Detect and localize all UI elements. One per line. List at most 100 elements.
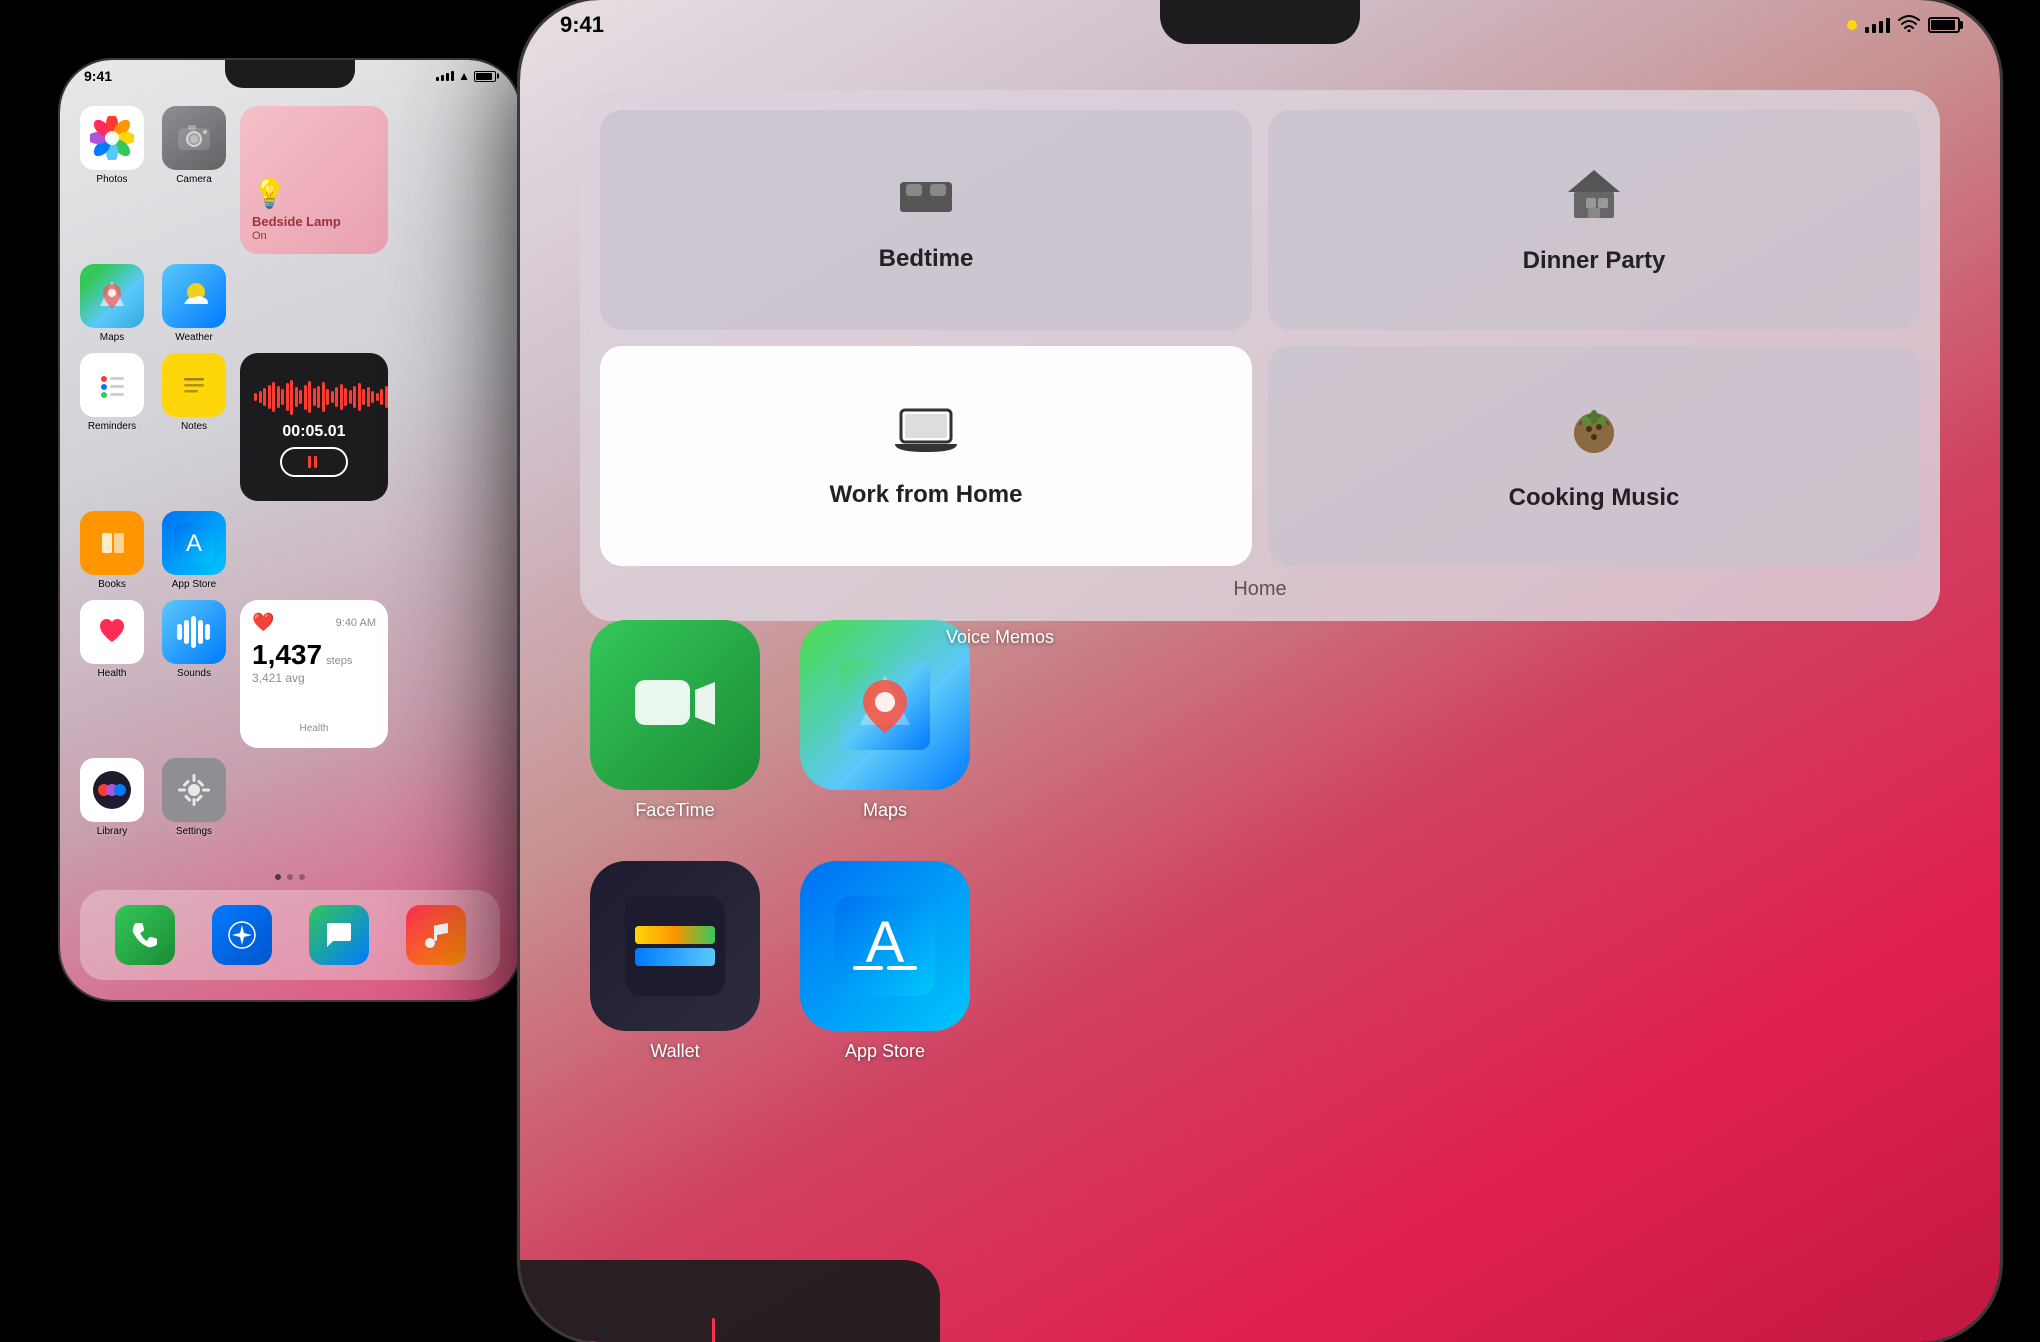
steps-label: steps	[326, 655, 352, 667]
app-reminders[interactable]: Reminders	[76, 353, 148, 432]
page-dot-2	[287, 874, 293, 880]
bulb-icon-small: 💡	[252, 177, 376, 210]
app-maps-large[interactable]: Maps	[790, 620, 980, 821]
home-cell-dinner-party[interactable]: Dinner Party	[1268, 110, 1920, 330]
large-phone: 9:41	[520, 0, 2000, 1342]
app-row-6: Library	[76, 758, 504, 837]
books-label: Books	[98, 579, 126, 590]
app-weather[interactable]: Weather	[158, 264, 230, 343]
bedtime-label: Bedtime	[879, 245, 974, 273]
home-cell-bedtime[interactable]: Bedtime	[600, 110, 1252, 330]
page-dot-3	[299, 874, 305, 880]
small-phone: 9:41 ▲	[60, 60, 520, 1000]
app-health[interactable]: Health	[76, 600, 148, 679]
home-cell-cooking-music[interactable]: Cooking Music	[1268, 346, 1920, 566]
dock-music[interactable]	[406, 905, 466, 965]
app-row-large-1: FaceTime	[580, 620, 1940, 821]
home-widget-small[interactable]: 💡 Bedside Lamp On	[240, 106, 388, 254]
health-time: 9:40 AM	[336, 617, 376, 629]
large-phone-screen: 9:41	[520, 0, 2000, 1342]
voice-memos-label-large: Voice Memos	[946, 627, 1054, 648]
waveform-large	[520, 1318, 910, 1342]
notch-large	[1160, 0, 1360, 44]
house-icon	[1564, 166, 1624, 235]
voice-memos-widget-large[interactable]: 00:05.01	[520, 1260, 940, 1342]
waveform-small: // Will be generated in template script	[254, 377, 374, 417]
app-settings[interactable]: Settings	[158, 758, 230, 837]
home-cell-work-from-home[interactable]: Work from Home	[600, 346, 1252, 566]
status-icons-small: ▲	[436, 69, 496, 83]
health-widget-small[interactable]: ❤️ 9:40 AM 1,437 steps 3,421 avg Health	[240, 600, 388, 748]
heart-icon-small: ❤️	[252, 612, 274, 633]
notch-small	[225, 60, 355, 88]
wallet-icon-large	[590, 861, 760, 1031]
maps-label-large: Maps	[863, 800, 907, 821]
signal-icon-large	[1865, 18, 1890, 33]
time-large: 9:41	[560, 12, 604, 38]
app-wallet-large[interactable]: Wallet	[580, 861, 770, 1062]
health-icon	[80, 600, 144, 664]
health-widget-label: Health	[300, 723, 329, 734]
health-label: Health	[98, 668, 127, 679]
work-from-home-label: Work from Home	[830, 481, 1023, 509]
wallet-label: Wallet	[650, 1041, 699, 1062]
app-library[interactable]: Library	[76, 758, 148, 837]
facetime-label-large: FaceTime	[635, 800, 714, 821]
wifi-icon-large	[1898, 14, 1920, 37]
home-widget-status: On	[252, 230, 376, 242]
app-sounds[interactable]: Sounds	[158, 600, 230, 679]
time-small: 9:41	[84, 68, 112, 84]
weather-icon	[162, 264, 226, 328]
maps-icon	[80, 264, 144, 328]
home-widget-label-large: Home	[600, 578, 1920, 601]
reminders-icon	[80, 353, 144, 417]
home-widget-large: Bedtime Dinner Party	[580, 90, 1940, 621]
app-books[interactable]: Books	[76, 511, 148, 590]
app-row-4: Books A App Store	[76, 511, 504, 590]
app-row-5: Health Sounds	[76, 600, 504, 748]
dock-small	[80, 890, 500, 980]
voice-memos-widget-small[interactable]: // Will be generated in template script …	[240, 353, 388, 501]
notes-label: Notes	[181, 421, 207, 432]
page-dots	[275, 874, 305, 880]
app-row-large-2: Wallet A App Store	[580, 861, 1940, 1062]
notes-icon	[162, 353, 226, 417]
app-notes[interactable]: Notes	[158, 353, 230, 432]
home-widget-title: Bedside Lamp	[252, 214, 376, 230]
app-row-3: Reminders Notes	[76, 353, 504, 501]
photos-label: Photos	[96, 174, 127, 185]
app-row-1: Photos Camera	[76, 106, 504, 254]
wifi-icon-small: ▲	[458, 69, 470, 83]
books-icon	[80, 511, 144, 575]
vm-pause-btn-small[interactable]	[280, 447, 348, 477]
app-appstore-large[interactable]: A App Store	[790, 861, 980, 1062]
app-camera[interactable]: Camera	[158, 106, 230, 185]
bed-icon	[896, 168, 956, 233]
app-grid-large: FaceTime	[580, 620, 1940, 1082]
appstore-label-small: App Store	[172, 579, 216, 590]
svg-text:A: A	[866, 910, 905, 975]
app-grid-small: Photos Camera	[76, 106, 504, 847]
steps-avg: 3,421 avg	[252, 671, 376, 685]
sounds-icon	[162, 600, 226, 664]
dock-messages[interactable]	[309, 905, 369, 965]
sounds-label: Sounds	[177, 668, 211, 679]
app-appstore[interactable]: A App Store	[158, 511, 230, 590]
svg-text:A: A	[186, 530, 202, 557]
app-maps[interactable]: Maps	[76, 264, 148, 343]
appstore-label-large: App Store	[845, 1041, 925, 1062]
app-photos[interactable]: Photos	[76, 106, 148, 185]
facetime-icon-large	[590, 620, 760, 790]
app-facetime-large[interactable]: FaceTime	[580, 620, 770, 821]
reminders-label: Reminders	[88, 421, 136, 432]
battery-icon-small	[474, 71, 496, 82]
dock-safari[interactable]	[212, 905, 272, 965]
signal-icon-small	[436, 71, 454, 81]
camera-label: Camera	[176, 174, 212, 185]
appstore-icon-large: A	[800, 861, 970, 1031]
cooking-music-label: Cooking Music	[1509, 484, 1680, 512]
steps-count: 1,437	[252, 639, 322, 671]
dock-phone[interactable]	[115, 905, 175, 965]
waveform-needle	[712, 1318, 715, 1342]
library-icon	[80, 758, 144, 822]
